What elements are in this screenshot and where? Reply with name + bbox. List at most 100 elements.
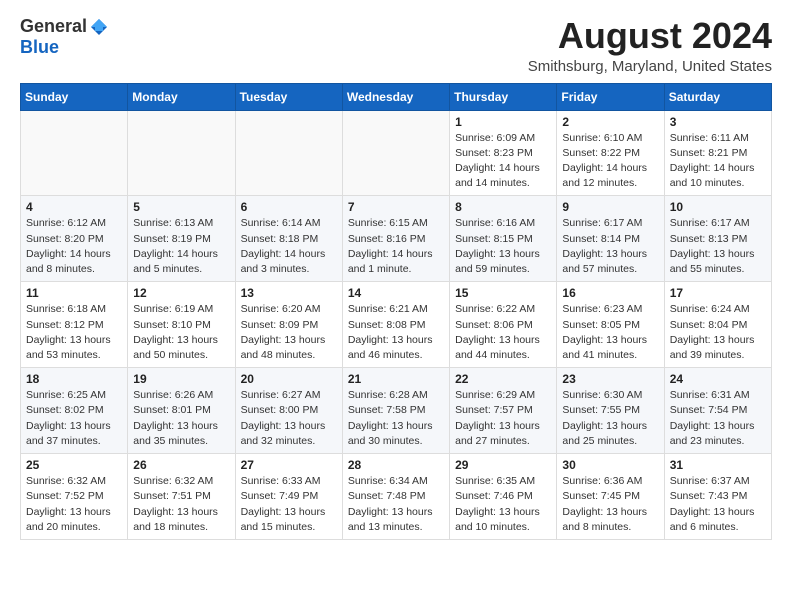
day-number: 2: [562, 115, 658, 129]
calendar-day-cell: 19Sunrise: 6:26 AMSunset: 8:01 PMDayligh…: [128, 368, 235, 454]
calendar-day-cell: 22Sunrise: 6:29 AMSunset: 7:57 PMDayligh…: [450, 368, 557, 454]
calendar-day-cell: 3 Sunrise: 6:11 AMSunset: 8:21 PMDaylight…: [664, 110, 771, 196]
day-number: 25: [26, 458, 122, 472]
calendar-day-cell: 17 Sunrise: 6:24 AMSunset: 8:04 PMDayligh…: [664, 282, 771, 368]
day-number: 5: [133, 200, 229, 214]
day-info: Sunrise: 6:14 AMSunset: 8:18 PMDaylight:…: [241, 216, 337, 277]
calendar-day-cell: 27 Sunrise: 6:33 AMSunset: 7:49 PMDayligh…: [235, 454, 342, 540]
calendar-day-cell: 29 Sunrise: 6:35 AMSunset: 7:46 PMDayligh…: [450, 454, 557, 540]
day-info: Sunrise: 6:17 AMSunset: 8:13 PMDaylight:…: [670, 216, 766, 277]
day-info: Sunrise: 6:22 AMSunset: 8:06 PMDaylight:…: [455, 302, 551, 363]
calendar-day-cell: 5 Sunrise: 6:13 AMSunset: 8:19 PMDaylight…: [128, 196, 235, 282]
calendar-week-row: 25 Sunrise: 6:32 AMSunset: 7:52 PMDayligh…: [21, 454, 772, 540]
calendar-day-cell: 30 Sunrise: 6:36 AMSunset: 7:45 PMDayligh…: [557, 454, 664, 540]
day-info: Sunrise: 6:28 AMSunset: 7:58 PMDaylight:…: [348, 388, 444, 449]
day-of-week-header: Sunday: [21, 83, 128, 110]
day-number: 19: [133, 372, 229, 386]
calendar-day-cell: 28 Sunrise: 6:34 AMSunset: 7:48 PMDayligh…: [342, 454, 449, 540]
day-number: 14: [348, 286, 444, 300]
day-info: Sunrise: 6:09 AMSunset: 8:23 PMDaylight:…: [455, 131, 551, 192]
day-number: 28: [348, 458, 444, 472]
calendar-day-cell: 26 Sunrise: 6:32 AMSunset: 7:51 PMDayligh…: [128, 454, 235, 540]
day-info: Sunrise: 6:20 AMSunset: 8:09 PMDaylight:…: [241, 302, 337, 363]
logo-blue-text: Blue: [20, 37, 59, 58]
day-number: 6: [241, 200, 337, 214]
day-number: 20: [241, 372, 337, 386]
calendar-day-cell: 31Sunrise: 6:37 AMSunset: 7:43 PMDayligh…: [664, 454, 771, 540]
day-number: 10: [670, 200, 766, 214]
day-number: 22: [455, 372, 551, 386]
days-of-week-row: SundayMondayTuesdayWednesdayThursdayFrid…: [21, 83, 772, 110]
day-info: Sunrise: 6:19 AMSunset: 8:10 PMDaylight:…: [133, 302, 229, 363]
day-number: 26: [133, 458, 229, 472]
calendar-day-cell: 16Sunrise: 6:23 AMSunset: 8:05 PMDayligh…: [557, 282, 664, 368]
day-info: Sunrise: 6:18 AMSunset: 8:12 PMDaylight:…: [26, 302, 122, 363]
day-info: Sunrise: 6:32 AMSunset: 7:52 PMDaylight:…: [26, 474, 122, 535]
location-subtitle: Smithsburg, Maryland, United States: [528, 58, 772, 75]
calendar-day-cell: 21 Sunrise: 6:28 AMSunset: 7:58 PMDayligh…: [342, 368, 449, 454]
calendar-day-cell: 12 Sunrise: 6:19 AMSunset: 8:10 PMDayligh…: [128, 282, 235, 368]
logo: General Blue: [20, 16, 109, 58]
calendar-day-cell: 23 Sunrise: 6:30 AMSunset: 7:55 PMDayligh…: [557, 368, 664, 454]
day-number: 9: [562, 200, 658, 214]
calendar-day-cell: 2Sunrise: 6:10 AMSunset: 8:22 PMDaylight…: [557, 110, 664, 196]
day-number: 18: [26, 372, 122, 386]
calendar-body: 1 Sunrise: 6:09 AMSunset: 8:23 PMDaylight…: [21, 110, 772, 539]
day-of-week-header: Thursday: [450, 83, 557, 110]
day-info: Sunrise: 6:30 AMSunset: 7:55 PMDaylight:…: [562, 388, 658, 449]
day-info: Sunrise: 6:31 AMSunset: 7:54 PMDaylight:…: [670, 388, 766, 449]
calendar-day-cell: 4Sunrise: 6:12 AMSunset: 8:20 PMDaylight…: [21, 196, 128, 282]
day-number: 15: [455, 286, 551, 300]
day-info: Sunrise: 6:21 AMSunset: 8:08 PMDaylight:…: [348, 302, 444, 363]
day-info: Sunrise: 6:27 AMSunset: 8:00 PMDaylight:…: [241, 388, 337, 449]
calendar-day-cell: [235, 110, 342, 196]
day-info: Sunrise: 6:13 AMSunset: 8:19 PMDaylight:…: [133, 216, 229, 277]
day-info: Sunrise: 6:34 AMSunset: 7:48 PMDaylight:…: [348, 474, 444, 535]
day-number: 3: [670, 115, 766, 129]
day-number: 13: [241, 286, 337, 300]
day-number: 17: [670, 286, 766, 300]
day-number: 27: [241, 458, 337, 472]
day-info: Sunrise: 6:35 AMSunset: 7:46 PMDaylight:…: [455, 474, 551, 535]
day-number: 4: [26, 200, 122, 214]
day-info: Sunrise: 6:17 AMSunset: 8:14 PMDaylight:…: [562, 216, 658, 277]
day-info: Sunrise: 6:24 AMSunset: 8:04 PMDaylight:…: [670, 302, 766, 363]
calendar-day-cell: 18 Sunrise: 6:25 AMSunset: 8:02 PMDayligh…: [21, 368, 128, 454]
day-number: 21: [348, 372, 444, 386]
day-info: Sunrise: 6:33 AMSunset: 7:49 PMDaylight:…: [241, 474, 337, 535]
day-info: Sunrise: 6:11 AMSunset: 8:21 PMDaylight:…: [670, 131, 766, 192]
day-number: 12: [133, 286, 229, 300]
calendar-day-cell: [128, 110, 235, 196]
day-number: 1: [455, 115, 551, 129]
day-info: Sunrise: 6:25 AMSunset: 8:02 PMDaylight:…: [26, 388, 122, 449]
calendar-day-cell: 24 Sunrise: 6:31 AMSunset: 7:54 PMDayligh…: [664, 368, 771, 454]
day-number: 11: [26, 286, 122, 300]
calendar-header: SundayMondayTuesdayWednesdayThursdayFrid…: [21, 83, 772, 110]
day-of-week-header: Wednesday: [342, 83, 449, 110]
day-number: 8: [455, 200, 551, 214]
calendar-week-row: 4Sunrise: 6:12 AMSunset: 8:20 PMDaylight…: [21, 196, 772, 282]
day-info: Sunrise: 6:36 AMSunset: 7:45 PMDaylight:…: [562, 474, 658, 535]
month-year-title: August 2024: [528, 16, 772, 56]
calendar-day-cell: 25 Sunrise: 6:32 AMSunset: 7:52 PMDayligh…: [21, 454, 128, 540]
calendar-day-cell: 13 Sunrise: 6:20 AMSunset: 8:09 PMDayligh…: [235, 282, 342, 368]
logo-general-text: General: [20, 16, 87, 37]
calendar-day-cell: 10 Sunrise: 6:17 AMSunset: 8:13 PMDayligh…: [664, 196, 771, 282]
calendar-day-cell: [342, 110, 449, 196]
calendar-day-cell: 14 Sunrise: 6:21 AMSunset: 8:08 PMDayligh…: [342, 282, 449, 368]
calendar-day-cell: 8Sunrise: 6:16 AMSunset: 8:15 PMDaylight…: [450, 196, 557, 282]
calendar-week-row: 18 Sunrise: 6:25 AMSunset: 8:02 PMDayligh…: [21, 368, 772, 454]
calendar-day-cell: 1 Sunrise: 6:09 AMSunset: 8:23 PMDaylight…: [450, 110, 557, 196]
day-number: 29: [455, 458, 551, 472]
day-number: 23: [562, 372, 658, 386]
logo-icon: [89, 17, 109, 37]
day-number: 24: [670, 372, 766, 386]
day-number: 30: [562, 458, 658, 472]
calendar-day-cell: 11 Sunrise: 6:18 AMSunset: 8:12 PMDayligh…: [21, 282, 128, 368]
calendar-table: SundayMondayTuesdayWednesdayThursdayFrid…: [20, 83, 772, 540]
day-info: Sunrise: 6:37 AMSunset: 7:43 PMDaylight:…: [670, 474, 766, 535]
day-info: Sunrise: 6:32 AMSunset: 7:51 PMDaylight:…: [133, 474, 229, 535]
calendar-day-cell: 20 Sunrise: 6:27 AMSunset: 8:00 PMDayligh…: [235, 368, 342, 454]
calendar-day-cell: 7Sunrise: 6:15 AMSunset: 8:16 PMDaylight…: [342, 196, 449, 282]
calendar-day-cell: 15 Sunrise: 6:22 AMSunset: 8:06 PMDayligh…: [450, 282, 557, 368]
